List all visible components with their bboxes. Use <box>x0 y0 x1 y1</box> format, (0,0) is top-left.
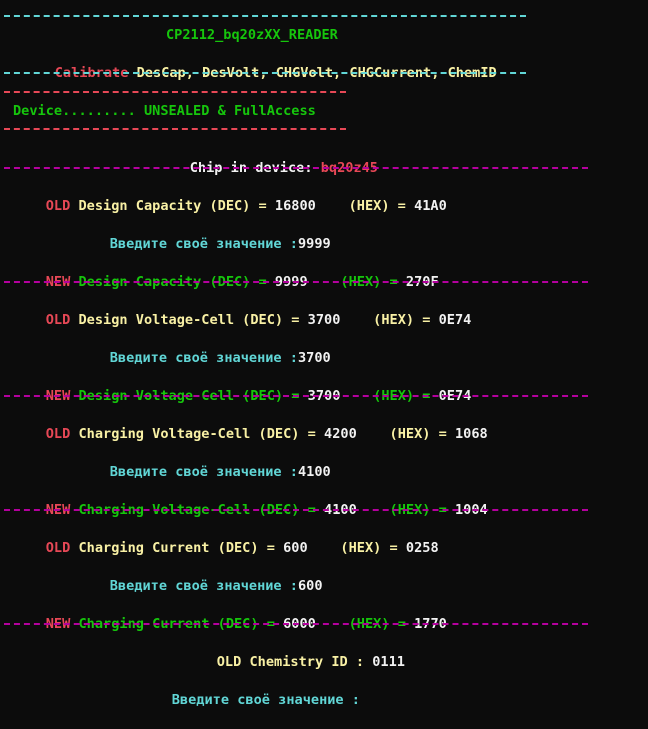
separator-red-top <box>4 91 346 93</box>
separator-magenta-4 <box>4 509 588 511</box>
new-design-capacity: NEW Design Capacity (DEC) = 9999 (HEX) =… <box>13 254 439 290</box>
hex-label: (HEX) = <box>356 426 455 442</box>
old-hex-value: 1068 <box>455 426 488 442</box>
prompt-label: Введите своё значение : <box>171 692 360 708</box>
input-value[interactable]: 9999 <box>298 236 331 252</box>
old-tag: OLD <box>45 198 71 214</box>
hex-label: (HEX) = <box>307 540 406 556</box>
device-status: Device......... UNSEALED & FullAccess <box>13 103 316 119</box>
calibrate-line: Calibrate DesCap, DesVolt, CHGVolt, CHGC… <box>22 45 497 81</box>
chemistry-value: 0111 <box>372 654 405 670</box>
separator-magenta-1 <box>4 167 588 169</box>
input-prompt-design-voltage[interactable]: Введите своё значение :3700 <box>77 330 331 366</box>
param-name: Charging Current (DEC) = <box>78 540 284 556</box>
input-prompt-design-capacity[interactable]: Введите своё значение :9999 <box>77 216 331 252</box>
old-dec-value: 600 <box>283 540 308 556</box>
input-value[interactable]: 600 <box>298 578 323 594</box>
separator-cyan-top <box>4 15 526 17</box>
prompt-label: Введите своё значение : <box>109 236 298 252</box>
new-charging-voltage: NEW Charging Voltage-Cell (DEC) = 4100 (… <box>13 482 488 518</box>
prompt-label: Введите своё значение : <box>109 578 298 594</box>
chip-line: Chip in device: bq20z45 <box>157 140 378 176</box>
new-charging-current: NEW Charging Current (DEC) = 6000 (HEX) … <box>13 596 447 632</box>
app-title: CP2112_bq20zXX_READER <box>166 27 338 43</box>
old-hex-value: 0258 <box>405 540 439 556</box>
old-charging-current: OLD Charging Current (DEC) = 600 (HEX) =… <box>13 520 439 556</box>
hex-label: (HEX) = <box>315 198 415 214</box>
chemistry-input-prompt[interactable]: Введите своё значение : <box>139 672 360 708</box>
input-value[interactable]: 3700 <box>298 350 331 366</box>
hex-label: (HEX) = <box>340 312 439 328</box>
old-charging-voltage: OLD Charging Voltage-Cell (DEC) = 4200 (… <box>13 406 488 442</box>
separator-magenta-5 <box>4 623 588 625</box>
separator-cyan-bottom <box>4 72 526 74</box>
param-name: Design Voltage-Cell (DEC) = <box>78 312 308 328</box>
old-design-voltage: OLD Design Voltage-Cell (DEC) = 3700 (HE… <box>13 292 472 328</box>
prompt-label: Введите своё значение : <box>109 464 298 480</box>
old-design-capacity: OLD Design Capacity (DEC) = 16800 (HEX) … <box>13 178 447 214</box>
param-name: Design Capacity (DEC) = <box>78 198 275 214</box>
old-dec-value: 3700 <box>307 312 341 328</box>
input-prompt-charging-current[interactable]: Введите своё значение :600 <box>77 558 323 594</box>
separator-magenta-3 <box>4 395 588 397</box>
old-dec-value: 16800 <box>274 198 316 214</box>
separator-magenta-2 <box>4 281 588 283</box>
old-hex-value: 0E74 <box>438 312 472 328</box>
chemistry-line: OLD Chemistry ID : 0111 <box>184 634 405 670</box>
old-hex-value: 41A0 <box>414 198 447 214</box>
input-prompt-charging-voltage[interactable]: Введите своё значение :4100 <box>77 444 331 480</box>
new-design-voltage: NEW Design Voltage-Cell (DEC) = 3700 (HE… <box>13 368 472 404</box>
input-value[interactable]: 4100 <box>298 464 331 480</box>
old-tag: OLD <box>45 312 71 328</box>
prompt-label: Введите своё значение : <box>109 350 298 366</box>
old-dec-value: 4200 <box>324 426 357 442</box>
old-tag: OLD <box>45 426 71 442</box>
param-name: Charging Voltage-Cell (DEC) = <box>78 426 325 442</box>
separator-red-bottom <box>4 128 346 130</box>
old-tag: OLD <box>45 540 71 556</box>
chemistry-label: OLD Chemistry ID : <box>216 654 373 670</box>
